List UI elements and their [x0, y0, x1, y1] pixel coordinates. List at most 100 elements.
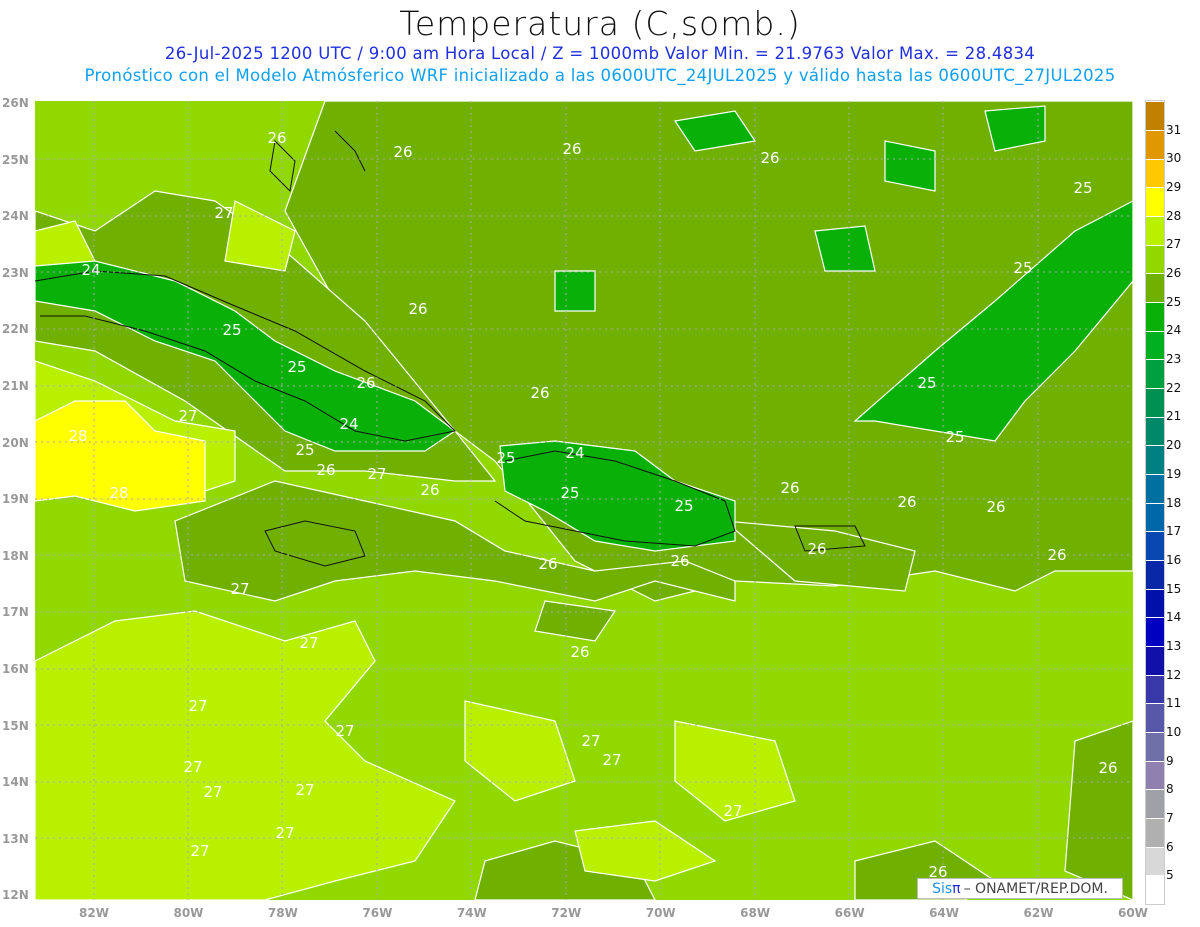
contour-label: 27 [299, 634, 319, 652]
colorbar-label: 31 [1166, 122, 1182, 137]
colorbar-swatch [1146, 359, 1164, 388]
contour-label: 27 [581, 732, 601, 750]
colorbar-swatch [1146, 846, 1164, 876]
contour-label: 25 [496, 449, 516, 467]
credit-box: Sis π – ONAMET/REP.DOM. [917, 878, 1123, 899]
lon-tick-label: 70W [645, 906, 676, 920]
colorbar-label: 6 [1166, 839, 1174, 854]
contour-label: 26 [408, 300, 428, 318]
lon-tick-label: 68W [740, 906, 771, 920]
colorbar-label: 16 [1166, 552, 1182, 567]
colorbar-label: 13 [1166, 638, 1182, 653]
contour-label: 27 [602, 751, 622, 769]
colorbar-label: 12 [1166, 667, 1182, 682]
colorbar-label: 27 [1166, 237, 1182, 252]
colorbar-swatch [1146, 731, 1164, 761]
contour-label: 26 [538, 555, 558, 573]
lat-tick-label: 12N [2, 888, 29, 903]
lon-tick-label: 66W [834, 906, 865, 920]
lon-tick-label: 62W [1023, 906, 1054, 920]
contour-label: 27 [230, 580, 250, 598]
colorbar-label: 23 [1166, 352, 1182, 367]
contour-label: 26 [530, 384, 550, 402]
colorbar-label: 18 [1166, 495, 1182, 510]
contour-label: 26 [760, 149, 780, 167]
lat-tick-label: 23N [2, 265, 29, 280]
colorbar-swatch [1146, 703, 1164, 732]
contour-label: 26 [267, 129, 287, 147]
contour-label: 25 [674, 497, 694, 515]
colorbar-swatch [1146, 301, 1164, 331]
contour-label: 26 [570, 643, 590, 661]
contour-label: 25 [945, 428, 965, 446]
colorbar-swatch [1146, 330, 1164, 360]
colorbar-swatch [1146, 502, 1164, 532]
lon-tick-label: 80W [173, 906, 204, 920]
colorbar-swatch [1146, 244, 1164, 274]
lat-tick-label: 18N [2, 548, 29, 563]
colorbar-label: 30 [1166, 151, 1182, 166]
contour-label: 28 [68, 427, 88, 445]
colorbar [1145, 100, 1165, 905]
colorbar-swatch [1146, 760, 1164, 790]
colorbar-swatch [1146, 215, 1164, 245]
lat-tick-label: 26N [2, 96, 29, 110]
colorbar-swatch [1146, 674, 1164, 704]
lat-tick-label: 22N [2, 322, 29, 337]
contour-label: 26 [1047, 546, 1067, 564]
lat-tick-label: 16N [2, 662, 29, 676]
contour-label: 26 [316, 461, 336, 479]
map-title: Temperatura (C,somb.) [399, 4, 801, 43]
colorbar-swatch [1146, 875, 1164, 904]
lat-tick-label: 13N [2, 831, 29, 846]
contour-label: 28 [109, 484, 129, 502]
contour-label: 27 [275, 824, 295, 842]
colorbar-label: 10 [1166, 724, 1182, 739]
contour-label: 26 [780, 479, 800, 497]
lon-tick-label: 74W [456, 906, 487, 920]
colorbar-label: 19 [1166, 466, 1182, 481]
colorbar-label: 26 [1166, 266, 1182, 281]
lat-tick-label: 14N [2, 775, 29, 790]
contour-label: 27 [183, 758, 203, 776]
contour-label: 27 [295, 781, 315, 799]
contour-label: 26 [393, 143, 413, 161]
colorbar-swatch [1146, 416, 1164, 446]
contour-label: 26 [1098, 759, 1118, 777]
contour-label: 26 [897, 493, 917, 511]
contour-label: 26 [562, 140, 582, 158]
colorbar-swatch [1146, 645, 1164, 675]
lon-tick-label: 60W [1117, 906, 1148, 920]
colorbar-label: 5 [1166, 868, 1174, 883]
colorbar-label: 25 [1166, 294, 1182, 309]
contour-label: 27 [190, 842, 210, 860]
colorbar-swatch [1146, 187, 1164, 216]
contour-label: 27 [214, 204, 234, 222]
colorbar-label: 24 [1166, 323, 1182, 338]
lon-tick-label: 72W [551, 906, 582, 920]
lat-tick-label: 20N [2, 435, 29, 450]
colorbar-swatch [1146, 817, 1164, 847]
credit-text: – ONAMET/REP.DOM. [963, 880, 1108, 897]
contour-label: 25 [287, 358, 307, 376]
colorbar-label: 22 [1166, 380, 1182, 395]
colorbar-swatch [1146, 273, 1164, 302]
colorbar-swatch [1146, 158, 1164, 188]
pi-logo: π [952, 880, 961, 897]
colorbar-swatch [1146, 617, 1164, 646]
contour-label: 25 [917, 374, 937, 392]
lat-tick-label: 25N [2, 152, 29, 167]
contour-label: 25 [222, 321, 242, 339]
colorbar-label: 21 [1166, 409, 1182, 424]
contour-label: 27 [203, 783, 223, 801]
lat-tick-label: 19N [2, 492, 29, 507]
colorbar-swatch [1146, 559, 1164, 589]
contour-label: 25 [295, 441, 315, 459]
colorbar-label: 11 [1166, 696, 1182, 711]
colorbar-label: 28 [1166, 208, 1182, 223]
contour-label: 24 [339, 415, 359, 433]
contour-label: 27 [178, 407, 198, 425]
contour-label: 24 [565, 444, 585, 462]
contour-label: 26 [807, 540, 827, 558]
contour-label: 25 [1073, 179, 1093, 197]
